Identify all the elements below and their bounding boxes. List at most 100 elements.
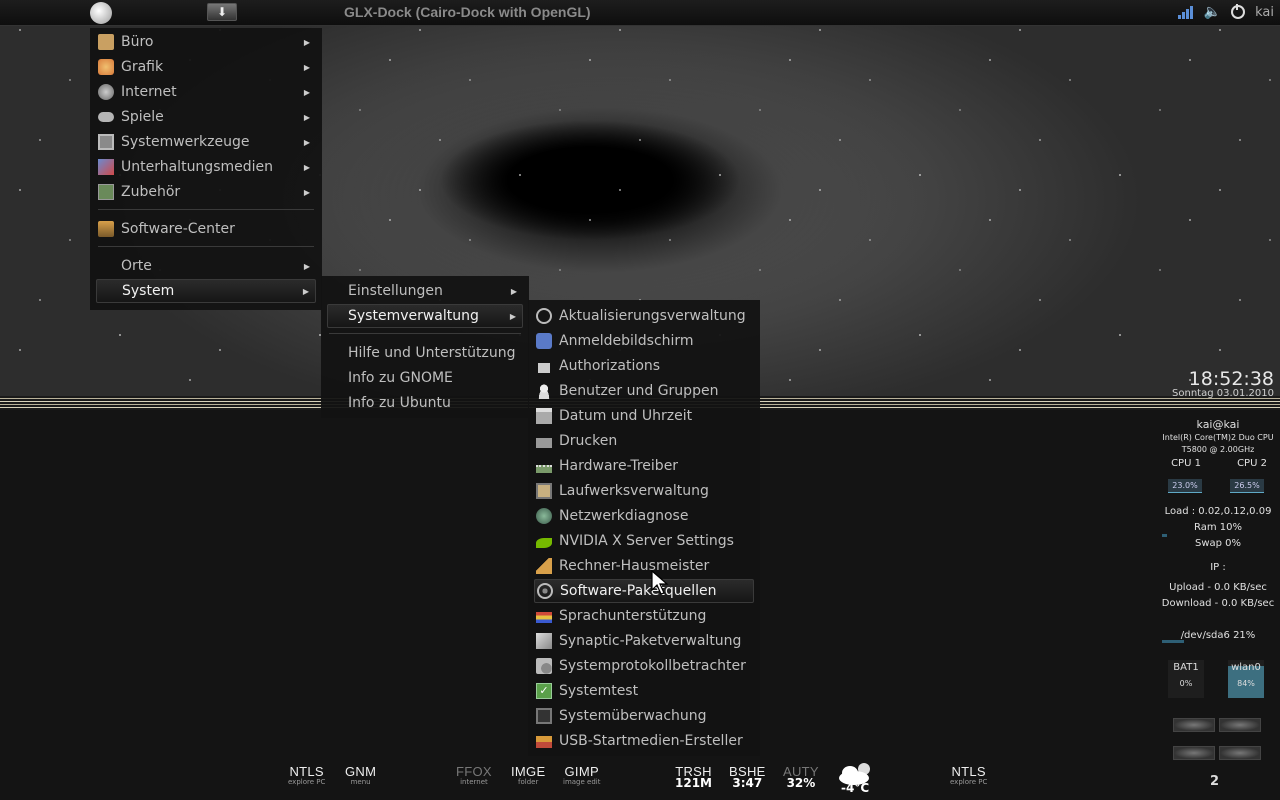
menu-item-label: Büro bbox=[121, 34, 154, 50]
monitor-icon bbox=[98, 134, 114, 150]
menu-item-nvidia-settings[interactable]: NVIDIA X Server Settings bbox=[534, 529, 754, 553]
menu-item-spiele[interactable]: Spiele ▶ bbox=[96, 105, 316, 129]
menu-item-label: Systemüberwachung bbox=[559, 708, 707, 724]
menu-item-label: Systemverwaltung bbox=[348, 308, 479, 324]
menu-item-buero[interactable]: Büro ▶ bbox=[96, 30, 316, 54]
menu-item-aktualisierungsverwaltung[interactable]: Aktualisierungsverwaltung bbox=[534, 304, 754, 328]
dock-launcher-ntls-2[interactable]: NTLS explore PC bbox=[950, 764, 987, 786]
dock-launcher-bshe[interactable]: BSHE 3:47 bbox=[729, 764, 766, 790]
battery-box: BAT1 0% bbox=[1168, 660, 1204, 698]
volume-icon[interactable]: 🔈 bbox=[1204, 4, 1221, 20]
menu-item-label: Info zu GNOME bbox=[348, 370, 453, 386]
signal-strength-icon[interactable] bbox=[1177, 5, 1194, 19]
cpu1-usage: 23.0% bbox=[1168, 479, 1202, 493]
menu-item-hilfe[interactable]: Hilfe und Unterstützung bbox=[327, 341, 523, 365]
media-icon bbox=[98, 159, 114, 175]
power-icon[interactable] bbox=[1231, 4, 1246, 19]
top-panel: ⬇ GLX-Dock (Cairo-Dock with OpenGL) 🔈 ka… bbox=[0, 0, 1280, 26]
menu-item-authorizations[interactable]: Authorizations bbox=[534, 354, 754, 378]
menu-item-systemwerkzeuge[interactable]: Systemwerkzeuge ▶ bbox=[96, 130, 316, 154]
menu-item-sprachunterstuetzung[interactable]: Sprachunterstützung bbox=[534, 604, 754, 628]
conky-cpu-model: Intel(R) Core(TM)2 Duo CPU bbox=[1162, 433, 1274, 442]
menu-item-anmeldebildschirm[interactable]: Anmeldebildschirm bbox=[534, 329, 754, 353]
launcher-subtitle: folder bbox=[518, 778, 539, 786]
menu-item-drucken[interactable]: Drucken bbox=[534, 429, 754, 453]
menu-item-grafik[interactable]: Grafik ▶ bbox=[96, 55, 316, 79]
chip-icon bbox=[536, 465, 552, 473]
menu-item-software-center[interactable]: Software-Center bbox=[96, 217, 316, 241]
menu-item-unterhaltungsmedien[interactable]: Unterhaltungsmedien ▶ bbox=[96, 155, 316, 179]
menu-item-laufwerksverwaltung[interactable]: Laufwerksverwaltung bbox=[534, 479, 754, 503]
menu-item-benutzer-gruppen[interactable]: Benutzer und Gruppen bbox=[534, 379, 754, 403]
menu-item-einstellungen[interactable]: Einstellungen ▶ bbox=[327, 279, 523, 303]
menu-item-label: Rechner-Hausmeister bbox=[559, 558, 710, 574]
menu-item-systemverwaltung[interactable]: Systemverwaltung ▶ bbox=[327, 304, 523, 328]
dock-launcher-ntls[interactable]: NTLS explore PC bbox=[288, 764, 325, 786]
ubuntu-logo-icon[interactable] bbox=[90, 2, 112, 24]
workspace-2[interactable] bbox=[1219, 718, 1261, 732]
wlan-label: wlan0 bbox=[1231, 662, 1261, 673]
software-center-icon bbox=[98, 221, 114, 237]
dock-launcher-gimp[interactable]: GIMP image edit bbox=[563, 764, 600, 786]
wlan-value: 84% bbox=[1237, 679, 1255, 688]
menu-item-rechner-hausmeister[interactable]: Rechner-Hausmeister bbox=[534, 554, 754, 578]
launcher-subtitle: image edit bbox=[563, 778, 601, 786]
launcher-name: NTLS bbox=[289, 764, 324, 779]
system-submenu: Einstellungen ▶ Systemverwaltung ▶ Hilfe u… bbox=[321, 276, 529, 418]
menu-item-label: Laufwerksverwaltung bbox=[559, 483, 709, 499]
menu-item-label: Authorizations bbox=[559, 358, 661, 374]
dock-launcher-auty[interactable]: AUTY 32% bbox=[783, 764, 819, 790]
menu-item-usb-startmedien[interactable]: USB-Startmedien-Ersteller bbox=[534, 729, 754, 753]
conky-swap: Swap 0% bbox=[1194, 538, 1242, 549]
menu-item-label: Orte bbox=[121, 258, 152, 274]
menu-item-info-ubuntu[interactable]: Info zu Ubuntu bbox=[327, 391, 523, 415]
ram-bar bbox=[1162, 534, 1167, 537]
menu-separator bbox=[98, 246, 314, 247]
menu-item-system[interactable]: System ▶ bbox=[96, 279, 316, 303]
dock-launcher-imge[interactable]: IMGE folder bbox=[511, 764, 545, 786]
conky-cpu-freq: T5800 @ 2.00GHz bbox=[1181, 445, 1255, 454]
launcher-name: GNM bbox=[345, 764, 377, 779]
launcher-name: GIMP bbox=[564, 764, 599, 779]
dock-launcher-gnm[interactable]: GNM menu bbox=[345, 764, 376, 786]
dock-launcher-ffox[interactable]: FFOX internet bbox=[456, 764, 492, 786]
accessories-icon bbox=[98, 184, 114, 200]
menu-item-orte[interactable]: Orte ▶ bbox=[96, 254, 316, 278]
menu-item-systemprotokoll[interactable]: Systemprotokollbetrachter bbox=[534, 654, 754, 678]
menu-item-datum-uhrzeit[interactable]: Datum und Uhrzeit bbox=[534, 404, 754, 428]
menu-item-netzwerkdiagnose[interactable]: Netzwerkdiagnose bbox=[534, 504, 754, 528]
menu-item-label: Datum und Uhrzeit bbox=[559, 408, 693, 424]
launcher-name: FFOX bbox=[456, 764, 492, 779]
menu-item-label: Synaptic-Paketverwaltung bbox=[559, 633, 742, 649]
workspace-1[interactable] bbox=[1173, 718, 1215, 732]
menu-item-software-paketquellen[interactable]: Software-Paketquellen bbox=[534, 579, 754, 603]
download-icon[interactable]: ⬇ bbox=[207, 3, 237, 21]
menu-item-systemtest[interactable]: ✓ Systemtest bbox=[534, 679, 754, 703]
monitor-icon bbox=[536, 708, 552, 724]
conky-disk: /dev/sda6 21% bbox=[1180, 630, 1256, 641]
menu-item-internet[interactable]: Internet ▶ bbox=[96, 80, 316, 104]
user-name[interactable]: kai bbox=[1255, 5, 1274, 20]
menu-item-synaptic[interactable]: Synaptic-Paketverwaltung bbox=[534, 629, 754, 653]
dock-launcher-trash[interactable]: TRSH 121M bbox=[675, 764, 712, 790]
update-icon bbox=[536, 308, 552, 324]
conky-ram: Ram 10% bbox=[1193, 522, 1242, 533]
menu-separator bbox=[98, 209, 314, 210]
menu-item-hardware-treiber[interactable]: Hardware-Treiber bbox=[534, 454, 754, 478]
menu-item-label: Hilfe und Unterstützung bbox=[348, 345, 516, 361]
check-icon: ✓ bbox=[536, 683, 552, 699]
conky-host: kai@kai bbox=[1196, 418, 1240, 431]
menu-item-label: Internet bbox=[121, 84, 177, 100]
battery-value: 0% bbox=[1179, 679, 1193, 688]
menu-item-info-gnome[interactable]: Info zu GNOME bbox=[327, 366, 523, 390]
menu-item-systemueberwachung[interactable]: Systemüberwachung bbox=[534, 704, 754, 728]
menu-item-label: Aktualisierungsverwaltung bbox=[559, 308, 746, 324]
menu-item-zubehoer[interactable]: Zubehör ▶ bbox=[96, 180, 316, 204]
menu-item-label: Systemtest bbox=[559, 683, 639, 699]
lock-icon bbox=[538, 363, 550, 373]
dock-weather[interactable]: -4°C bbox=[841, 781, 869, 795]
menu-item-label: Grafik bbox=[121, 59, 164, 75]
menu-item-label: System bbox=[122, 283, 175, 299]
menu-item-label: Einstellungen bbox=[348, 283, 443, 299]
menu-item-label: Drucken bbox=[559, 433, 618, 449]
